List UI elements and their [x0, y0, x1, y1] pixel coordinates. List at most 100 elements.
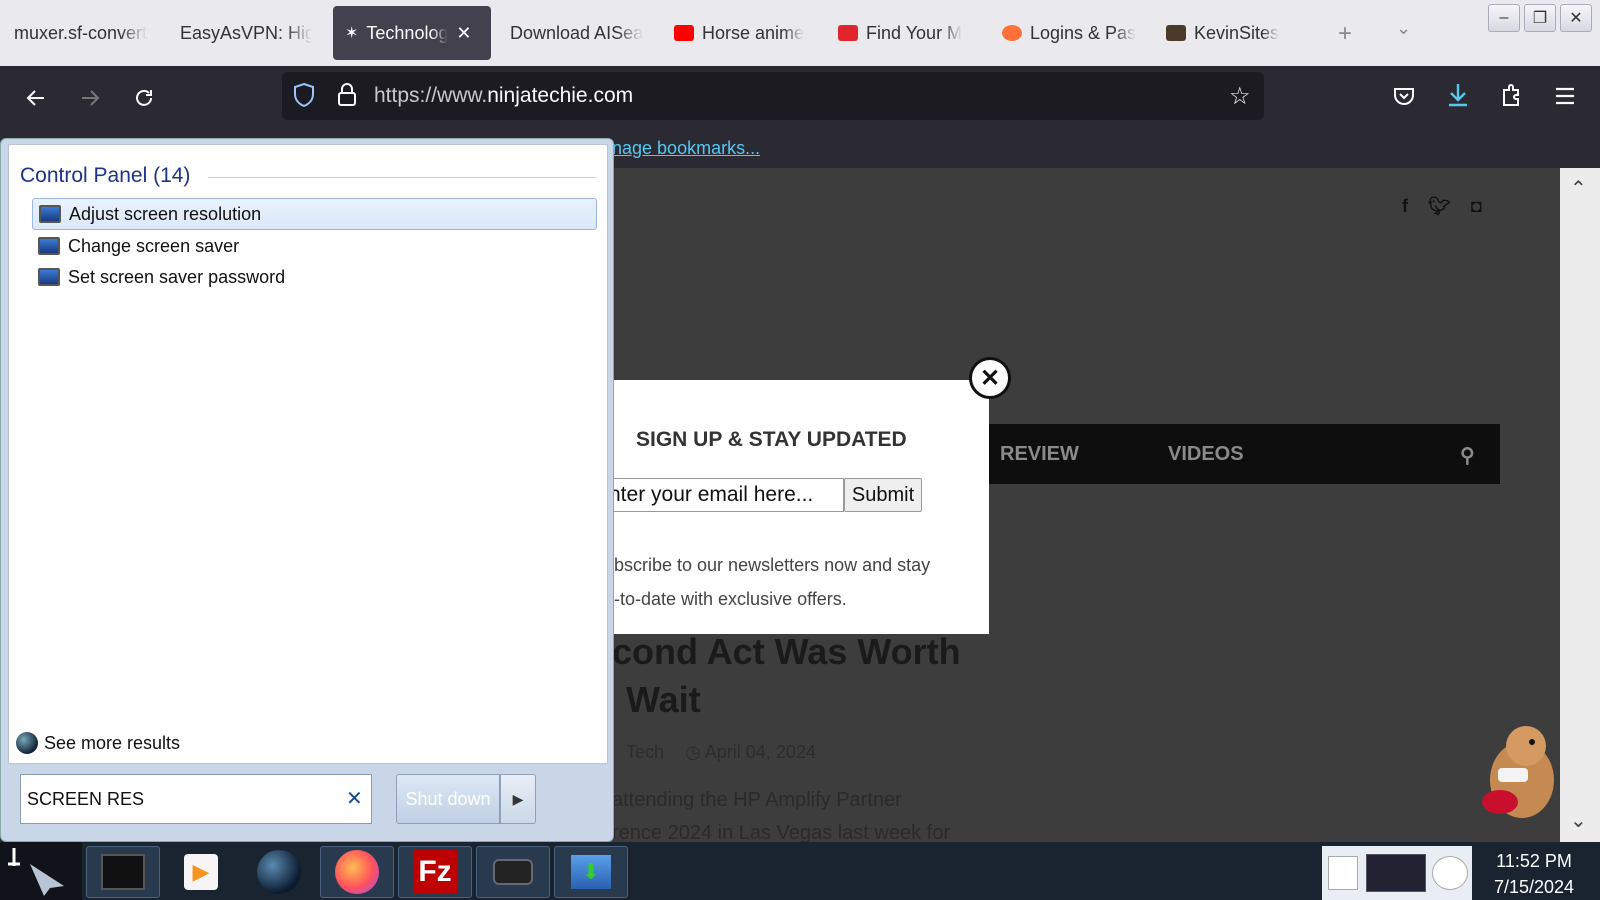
- start-search-input[interactable]: SCREEN RES: [20, 774, 372, 824]
- url-domain: ninjatechie.com: [487, 84, 634, 107]
- firefox-icon: [1002, 25, 1022, 41]
- folder-icon: [101, 854, 145, 890]
- tab-download-aisea[interactable]: Download AISea: [510, 6, 646, 60]
- youtube-icon: [674, 25, 694, 41]
- clock-icon: ◷: [685, 742, 701, 762]
- instagram-icon[interactable]: ◘: [1471, 196, 1482, 217]
- scroll-up-icon[interactable]: ⌃: [1570, 176, 1587, 201]
- system-tray: [1322, 846, 1472, 900]
- close-tab-icon[interactable]: ✕: [456, 23, 471, 44]
- tab-muxer[interactable]: muxer.sf-convert: [14, 6, 164, 60]
- email-field[interactable]: nter your email here...: [604, 478, 844, 512]
- menu-review[interactable]: REVIEW: [1000, 443, 1079, 466]
- download-icon[interactable]: [1446, 82, 1470, 113]
- reload-button[interactable]: [126, 80, 162, 116]
- tab-kevinsites[interactable]: KevinSites: [1166, 6, 1302, 60]
- excerpt-line-1: attending the HP Amplify Partner: [612, 789, 902, 811]
- hamburger-menu-icon[interactable]: [1554, 86, 1576, 111]
- site-nav-menu: REVIEW VIDEOS ⚲: [970, 424, 1500, 484]
- modal-desc-line-2: -to-date with exclusive offers.: [614, 589, 847, 609]
- control-panel-heading[interactable]: Control Panel (14): [20, 164, 190, 188]
- monitor-icon: [39, 205, 61, 223]
- article-meta: Tech ◷ April 04, 2024: [612, 742, 816, 763]
- camera-icon: [493, 859, 533, 885]
- monitor-icon: [38, 268, 60, 286]
- pocket-icon: [838, 25, 858, 41]
- lock-icon[interactable]: [336, 82, 358, 113]
- see-more-results-link[interactable]: See more results: [16, 732, 180, 754]
- facebook-icon[interactable]: f: [1402, 196, 1408, 217]
- taskbar-app-globe[interactable]: [242, 846, 316, 898]
- bookmark-star-icon[interactable]: ☆: [1229, 82, 1251, 111]
- ninja-icon: ✶: [345, 25, 359, 42]
- scroll-down-icon[interactable]: ⌄: [1570, 808, 1587, 833]
- tab-list-icon[interactable]: ⌄: [1396, 18, 1411, 39]
- modal-close-icon[interactable]: ✕: [969, 357, 1011, 399]
- taskbar-app-camera[interactable]: [476, 846, 550, 898]
- url-prefix: https://www.: [374, 84, 488, 107]
- clock-date: 7/15/2024: [1493, 877, 1575, 897]
- new-tab-icon[interactable]: +: [1338, 20, 1352, 48]
- see-more-label: See more results: [44, 732, 181, 753]
- minimize-icon[interactable]: –: [1488, 4, 1520, 32]
- close-window-icon[interactable]: ✕: [1560, 4, 1592, 32]
- menu-videos[interactable]: VIDEOS: [1168, 443, 1244, 466]
- forward-button[interactable]: [72, 80, 108, 116]
- social-links: f 🐦︎ ◘: [1402, 196, 1482, 217]
- article-date: April 04, 2024: [704, 742, 816, 762]
- headline-line-1: cond Act Was Worth: [612, 631, 961, 672]
- taskbar-app-media[interactable]: ▶: [164, 846, 238, 898]
- page-scrollbar[interactable]: ⌃ ⌄: [1560, 168, 1600, 842]
- article-author[interactable]: Tech: [626, 742, 664, 762]
- heading-divider: [208, 177, 596, 178]
- tab-horse-anime[interactable]: Horse anime: [674, 6, 810, 60]
- modal-title: SIGN UP & STAY UPDATED: [636, 428, 907, 451]
- start-button[interactable]: [0, 842, 82, 900]
- result-label: Set screen saver password: [68, 266, 286, 287]
- clear-search-icon[interactable]: ✕: [346, 786, 363, 811]
- tray-network-icon[interactable]: [1366, 854, 1426, 892]
- shutdown-options-arrow-icon[interactable]: ▶: [500, 774, 536, 824]
- search-globe-icon: [16, 732, 38, 754]
- site-search-icon[interactable]: ⚲: [1460, 443, 1475, 468]
- submit-button[interactable]: Submit: [844, 478, 922, 512]
- tray-notepad-icon[interactable]: [1328, 856, 1358, 890]
- hamster-mascot: [1470, 716, 1566, 822]
- result-adjust-screen-resolution[interactable]: Adjust screen resolution: [32, 198, 597, 230]
- result-label: Change screen saver: [68, 235, 240, 256]
- modal-desc-line-1: bscribe to our newsletters now and stay: [614, 555, 931, 575]
- shutdown-button[interactable]: Shut down: [396, 774, 500, 824]
- pocket-toolbar-icon[interactable]: [1392, 84, 1416, 113]
- back-button[interactable]: [18, 80, 54, 116]
- twitter-icon[interactable]: 🐦︎: [1428, 196, 1451, 217]
- firefox-icon: [335, 850, 379, 894]
- taskbar-app-updater[interactable]: ⬇: [554, 846, 628, 898]
- taskbar-app-filezilla[interactable]: Fz: [398, 846, 472, 898]
- url-text[interactable]: https://www.ninjatechie.com: [374, 84, 633, 108]
- clock-time: 11:52 PM: [1496, 851, 1572, 871]
- result-set-screen-saver-password[interactable]: Set screen saver password: [32, 261, 597, 293]
- result-change-screen-saver[interactable]: Change screen saver: [32, 230, 597, 262]
- restore-icon[interactable]: ❐: [1524, 4, 1556, 32]
- manage-bookmarks-link[interactable]: nage bookmarks...: [612, 138, 760, 159]
- shield-icon[interactable]: [292, 82, 316, 113]
- article-excerpt: attending the HP Amplify Partner rence 2…: [612, 784, 950, 850]
- tab-technology[interactable]: ✶ Technology ✕: [333, 6, 491, 60]
- tray-app-icon[interactable]: [1432, 856, 1468, 890]
- window-controls: – ❐ ✕: [1488, 4, 1592, 32]
- article-headline[interactable]: cond Act Was Worth Wait: [612, 628, 961, 724]
- taskbar-clock[interactable]: 11:52 PM 7/15/2024: [1474, 848, 1594, 900]
- taskbar-app-firefox[interactable]: [320, 846, 394, 898]
- monitor-icon: [38, 237, 60, 255]
- globe-icon: [257, 850, 301, 894]
- tab-logins[interactable]: Logins & Pas: [1002, 6, 1138, 60]
- result-label: Adjust screen resolution: [69, 203, 262, 224]
- extensions-icon[interactable]: [1500, 82, 1524, 113]
- filezilla-icon: Fz: [413, 850, 457, 894]
- modal-description: bscribe to our newsletters now and stay …: [614, 548, 984, 616]
- updater-icon: ⬇: [571, 855, 611, 889]
- tab-find-your[interactable]: Find Your M: [838, 6, 974, 60]
- taskbar-app-folder[interactable]: [86, 846, 160, 898]
- tab-easyasvpn[interactable]: EasyAsVPN: High: [180, 6, 312, 60]
- media-player-icon: ▶: [184, 854, 218, 890]
